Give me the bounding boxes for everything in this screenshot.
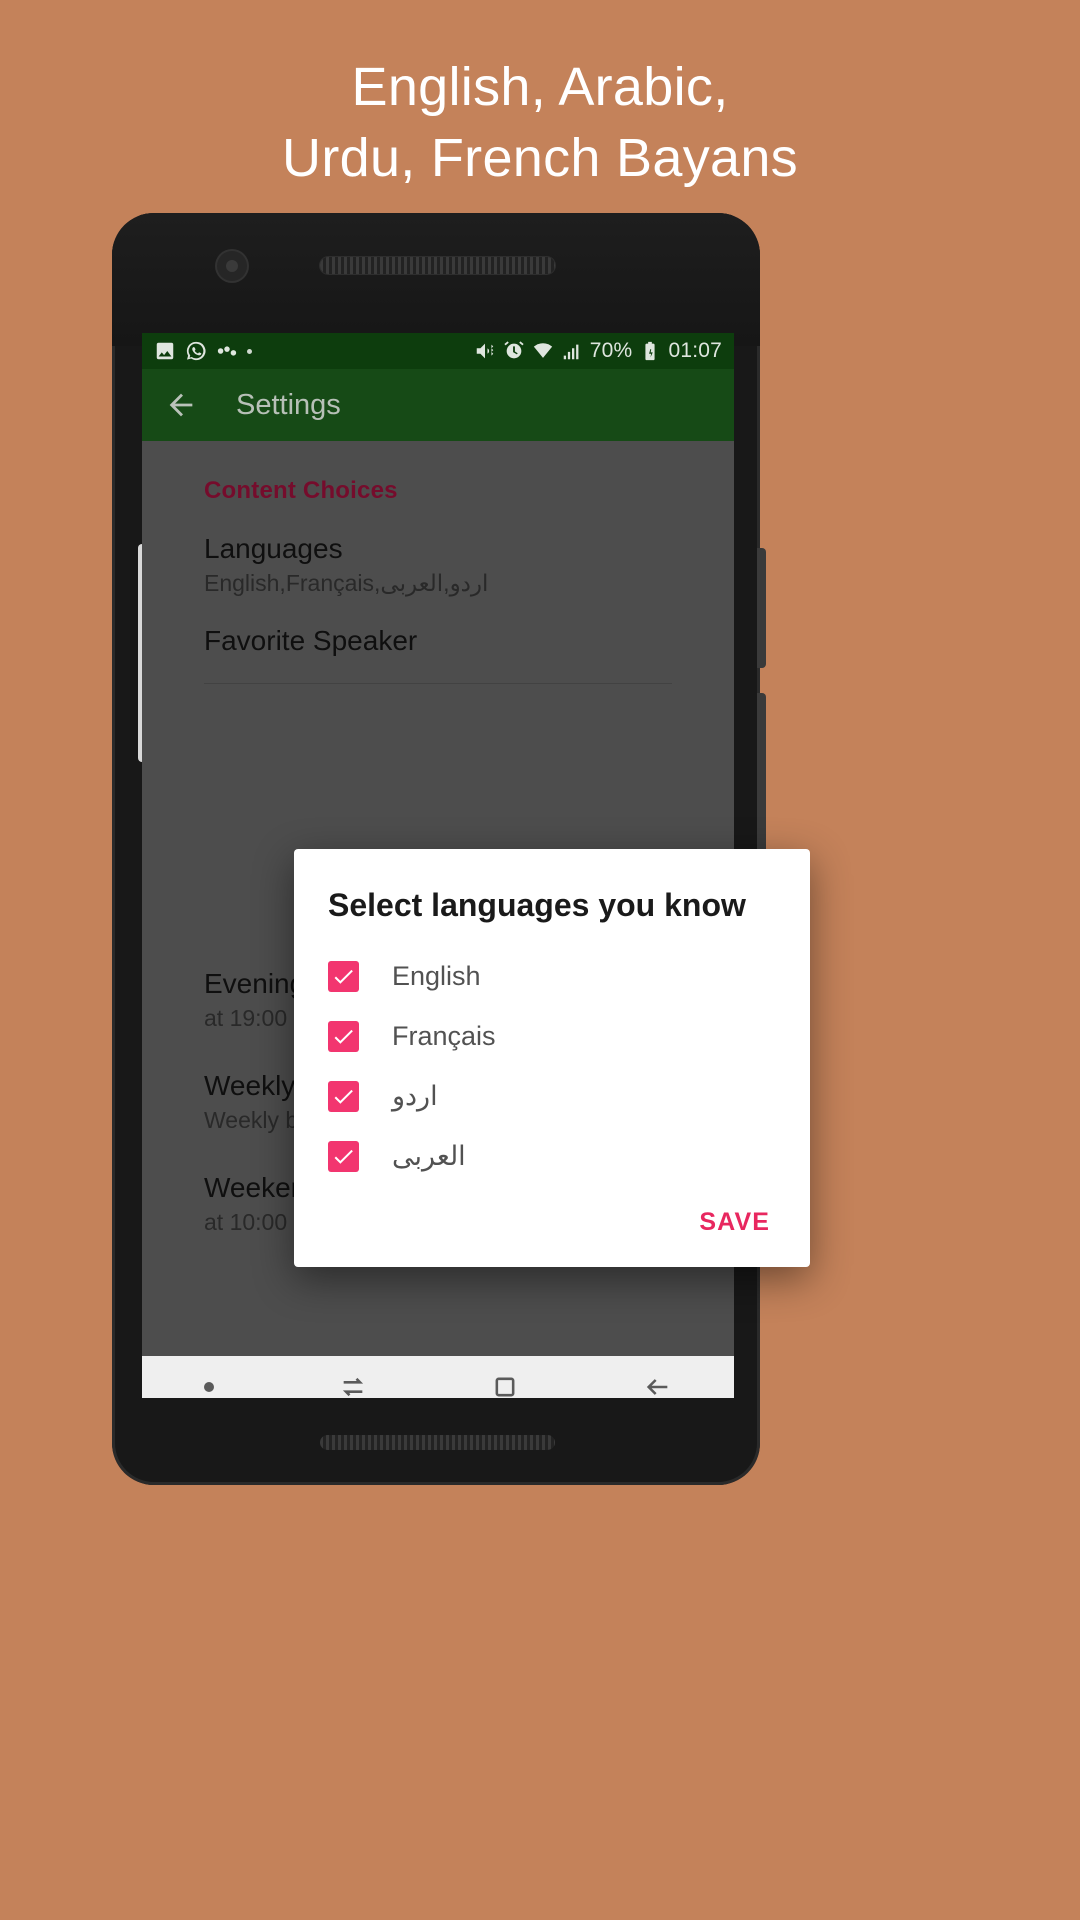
battery-charging-icon: [645, 341, 656, 361]
language-label: اردو: [392, 1080, 438, 1111]
headline-line-1: English, Arabic,: [351, 57, 729, 117]
checkbox-arabic[interactable]: [328, 1140, 359, 1172]
language-option-english[interactable]: English: [328, 946, 776, 1006]
signal-icon: [563, 344, 579, 360]
bottom-speaker-grille: [320, 1435, 555, 1450]
language-label: Français: [392, 1020, 496, 1051]
language-label: English: [392, 960, 481, 991]
switch-keyboard-icon[interactable]: [339, 1373, 367, 1398]
promo-headline: English, Arabic, Urdu, French Bayans: [0, 52, 1080, 195]
dialog-actions: SAVE: [693, 1200, 776, 1245]
status-bar-notifications: [154, 340, 252, 362]
dialog-title: Select languages you know: [328, 887, 746, 923]
wifi-icon: [533, 343, 552, 358]
status-bar-clock: 01:07: [668, 339, 722, 362]
checkbox-francais[interactable]: [328, 1020, 359, 1052]
save-button[interactable]: SAVE: [693, 1200, 776, 1245]
language-option-francais[interactable]: Français: [328, 1006, 776, 1066]
settings-row-languages[interactable]: Languages English,Français,اردو,العربى: [142, 505, 734, 597]
status-bar-system: 70% 01:07: [474, 339, 722, 363]
system-nav-bar: [142, 1356, 734, 1398]
section-header-content-choices: Content Choices: [204, 477, 398, 504]
alarm-icon: [504, 341, 524, 359]
checkbox-english[interactable]: [328, 960, 359, 992]
sync-icon: [217, 346, 237, 356]
app-bar: Settings: [142, 369, 734, 441]
row-title: Favorite Speaker: [204, 625, 418, 656]
phone-mockup: 70% 01:07 Settings Content Choices Langu…: [112, 213, 810, 1485]
front-camera-icon: [217, 251, 247, 281]
whatsapp-icon: [186, 341, 206, 361]
language-label: العربى: [392, 1140, 466, 1171]
arrow-left-icon[interactable]: [164, 388, 198, 422]
checkbox-urdu[interactable]: [328, 1080, 359, 1112]
check-icon: [334, 1089, 353, 1104]
language-selection-dialog: Select languages you know English França…: [294, 849, 810, 1267]
row-title: Languages: [204, 533, 343, 564]
mute-vibrate-icon: [476, 343, 494, 359]
dot-icon: [247, 348, 252, 354]
power-button[interactable]: [757, 548, 766, 668]
dialog-language-list: English Français اردو العربى: [328, 946, 776, 1186]
earpiece-speaker: [320, 257, 555, 274]
language-option-arabic[interactable]: العربى: [328, 1126, 776, 1186]
dot-icon[interactable]: [204, 1382, 215, 1392]
headline-line-2: Urdu, French Bayans: [282, 128, 798, 189]
recents-square-icon[interactable]: [491, 1373, 519, 1398]
check-icon: [334, 1029, 353, 1044]
battery-percent: 70%: [589, 339, 633, 362]
phone-top-bezel: [112, 213, 760, 346]
settings-row-favorite-speaker[interactable]: Favorite Speaker: [142, 597, 734, 684]
back-arrow-icon[interactable]: [644, 1373, 672, 1398]
check-icon: [334, 1149, 353, 1164]
page-title: Settings: [236, 388, 341, 421]
status-bar: 70% 01:07: [142, 333, 734, 369]
row-subtitle: English,Français,اردو,العربى: [204, 570, 489, 596]
image-icon: [156, 342, 174, 360]
language-option-urdu[interactable]: اردو: [328, 1066, 776, 1126]
check-icon: [334, 969, 353, 984]
